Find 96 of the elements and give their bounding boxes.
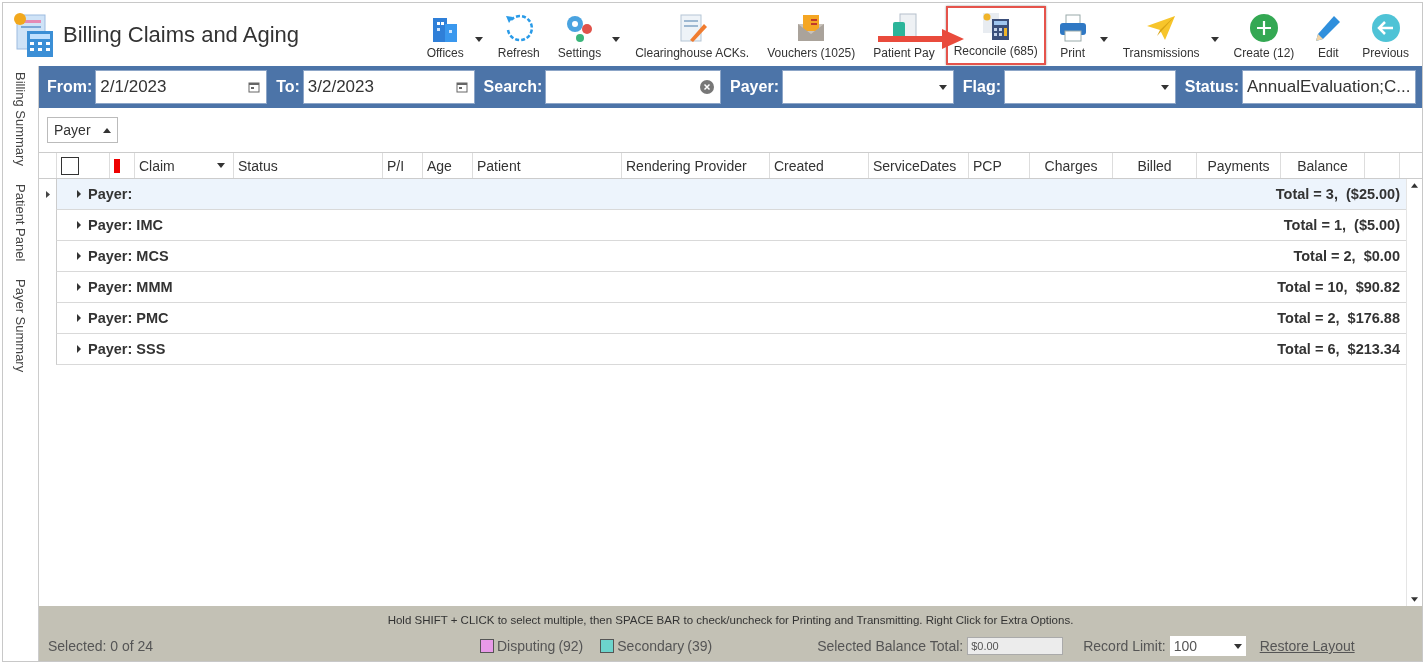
toolbar-button[interactable]: Print [1049,8,1096,65]
column-header[interactable]: Payments [1207,157,1270,174]
select-all-checkbox[interactable] [61,156,79,175]
dropdown-field[interactable] [1004,70,1176,104]
column-header[interactable]: Rendering Provider [626,157,747,174]
caret-icon [1160,84,1169,90]
group-total: Total = 10, $90.82 [1277,279,1400,295]
legend-label: Secondary [617,638,685,654]
expand-icon[interactable] [77,221,82,229]
group-by-chip[interactable]: Payer [47,117,118,143]
caret-icon[interactable] [1210,37,1219,42]
toolbar-button[interactable]: Previous [1355,8,1416,65]
field-value: 3/2/2023 [307,77,374,97]
scroll-down-icon[interactable] [1411,597,1418,602]
dropdown-field[interactable] [781,70,954,104]
add-icon [1247,11,1280,44]
group-row[interactable]: Payer: MCS Total = 2, $0.00 [56,241,1406,272]
filter-label: Payer: [730,78,779,96]
dropdown-field[interactable]: AnnualEvaluation;C... [1242,70,1416,104]
toolbar-button[interactable]: Edit [1305,8,1352,65]
hint-text: Hold SHIFT + CLICK to select multiple, then SPACE BAR to check/uncheck for Printing and Transmitting. Right Click for Extra Options. [386,613,1075,628]
search-field[interactable] [545,70,722,104]
group-label: Payer: PMC [88,310,169,326]
toolbar-button[interactable]: Offices [419,8,471,65]
column-header[interactable]: Status [238,157,278,174]
group-row[interactable]: Payer: PMC Total = 2, $176.88 [56,303,1406,334]
column-header[interactable]: Claim [139,157,175,174]
toolbar-button[interactable]: Clearinghouse ACKs. [628,8,757,65]
column-header[interactable]: Age [427,157,452,174]
toolbar-button[interactable]: Vouchers (1025) [760,8,863,65]
group-label: Payer: SSS [88,341,166,357]
toolbar-button[interactable]: Create (12) [1226,8,1302,65]
column-header[interactable]: ServiceDates [873,157,957,174]
balance-label: Selected Balance Total: [817,638,964,654]
group-label: Payer: MCS [88,248,169,264]
flag-marker [114,158,120,173]
window-title: Billing Claims and Aging [63,21,300,48]
group-total: Total = 6, $213.34 [1277,341,1400,357]
caret-icon[interactable] [217,163,225,168]
expand-icon[interactable] [77,314,82,322]
group-row[interactable]: Payer: MMM Total = 10, $90.82 [56,272,1406,303]
toolbar-button[interactable]: Settings [550,8,609,65]
side-tab[interactable]: Billing Summary [13,72,28,166]
caret-icon [1233,643,1242,649]
column-header[interactable]: P/I [387,157,405,174]
filter-label: Status: [1184,78,1239,96]
group-total: Total = 3, ($25.00) [1275,186,1400,202]
expand-icon[interactable] [77,190,82,198]
caret-icon[interactable] [612,37,621,42]
group-row[interactable]: Payer: Total = 3, ($25.00) [56,179,1406,210]
column-header[interactable]: Balance [1297,157,1348,174]
column-header[interactable]: PCP [973,157,1002,174]
clear-icon[interactable] [700,80,715,94]
sort-up-icon [102,127,111,133]
expand-icon[interactable] [77,345,82,353]
toolbar-button[interactable]: Refresh [490,8,547,65]
column-header[interactable]: Patient [477,157,521,174]
legend-label: Disputing [497,638,556,654]
caret-icon[interactable] [1099,37,1108,42]
group-row[interactable]: Payer: SSS Total = 6, $213.34 [56,334,1406,365]
record-limit-label: Record Limit: [1083,638,1166,654]
column-header[interactable]: Charges [1044,157,1098,174]
expand-icon[interactable] [77,252,82,260]
group-total: Total = 1, ($5.00) [1283,217,1400,233]
caret-icon[interactable] [474,37,483,42]
group-row[interactable]: Payer: IMC Total = 1, ($5.00) [56,210,1406,241]
calendar-icon [248,81,261,93]
side-tab[interactable]: Patient Panel [13,183,28,262]
filter-label: Search: [483,78,543,96]
column-header[interactable]: Billed [1137,157,1172,174]
scroll-up-icon[interactable] [1411,183,1418,188]
side-tab[interactable]: Payer Summary [13,279,28,373]
field-value: AnnualEvaluation;C... [1247,77,1411,97]
legend-count: (92) [558,638,584,654]
caret-icon [938,84,947,90]
column-header[interactable]: Created [774,157,824,174]
empty-header-cell [1364,153,1400,178]
group-total: Total = 2, $0.00 [1293,248,1400,264]
filter-label: From: [47,78,93,96]
group-total: Total = 2, $176.88 [1277,310,1400,326]
field-value: 2/1/2023 [100,77,167,97]
restore-layout-link[interactable]: Restore Layout [1259,638,1355,654]
group-label: Payer: MMM [88,279,173,295]
date-field[interactable]: 3/2/2023 [302,70,475,104]
expand-icon[interactable] [77,283,82,291]
group-label: Payer: [88,186,133,202]
date-field[interactable]: 2/1/2023 [95,70,268,104]
filter-label: Flag: [962,78,1001,96]
selection-count: Selected: 0 of 24 [48,638,155,654]
record-limit-dropdown[interactable]: 100 [1169,636,1246,656]
balance-field: $0.00 [967,637,1064,655]
toolbar-button[interactable]: Transmissions [1115,8,1207,65]
legend-count: (39) [687,638,713,654]
filter-label: To: [276,78,300,96]
calendar-icon [455,81,468,93]
group-label: Payer: IMC [88,217,163,233]
